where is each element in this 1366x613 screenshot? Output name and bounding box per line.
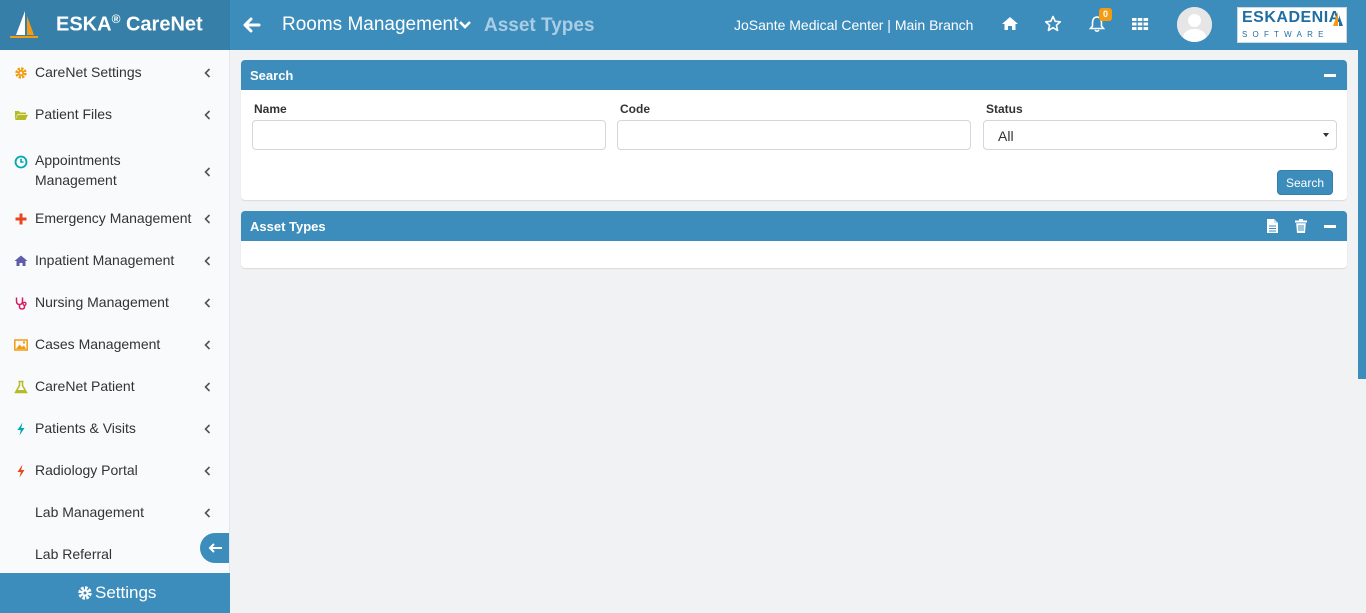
image-icon xyxy=(14,339,28,351)
organization-selector[interactable]: JoSante Medical Center | Main Branch xyxy=(734,17,973,33)
sidebar-item-appointments-management[interactable]: Appointments Management xyxy=(0,145,229,197)
chevron-left-icon xyxy=(204,424,211,434)
sidebar-item-label: CareNet Settings xyxy=(35,64,142,80)
sidebar-item-inpatient-management[interactable]: Inpatient Management xyxy=(0,239,229,281)
sidebar-collapse-button[interactable] xyxy=(200,533,229,563)
page-scrollbar[interactable] xyxy=(1358,50,1366,379)
home-icon[interactable] xyxy=(1001,15,1019,33)
sidebar-item-patients-visits[interactable]: Patients & Visits xyxy=(0,407,229,449)
chevron-left-icon xyxy=(204,466,211,476)
brand-product: CareNet xyxy=(120,13,203,36)
name-input[interactable] xyxy=(252,120,606,150)
chevron-left-icon xyxy=(204,340,211,350)
status-label: Status xyxy=(986,102,1023,116)
sidebar-item-label: Emergency Management xyxy=(35,210,192,226)
user-avatar[interactable] xyxy=(1177,7,1212,42)
back-arrow-icon[interactable] xyxy=(243,15,261,35)
folder-open-icon xyxy=(15,111,28,120)
top-navbar: ESKA® CareNet Rooms Management Asset Typ… xyxy=(0,0,1366,50)
sidebar-item-radiology-portal[interactable]: Radiology Portal xyxy=(0,449,229,491)
sidebar-item-emergency-management[interactable]: Emergency Management xyxy=(0,197,229,239)
sidebar-item-cases-management[interactable]: Cases Management xyxy=(0,323,229,365)
status-selected-value: All xyxy=(998,128,1014,144)
asset-types-panel-title: Asset Types xyxy=(250,219,326,234)
new-document-icon[interactable] xyxy=(1264,218,1280,234)
sidebar-item-label: Inpatient Management xyxy=(35,252,175,268)
minus-icon[interactable] xyxy=(1322,67,1338,83)
gear-icon xyxy=(78,586,92,600)
grid-icon[interactable] xyxy=(1131,15,1149,33)
sidebar-item-label: Patients & Visits xyxy=(35,420,136,436)
sidebar-item-carenet-patient[interactable]: CareNet Patient xyxy=(0,365,229,407)
status-select[interactable]: All xyxy=(983,120,1337,150)
code-input[interactable] xyxy=(617,120,971,150)
sidebar-item-carenet-settings[interactable]: CareNet Settings xyxy=(0,51,229,93)
bolt-icon xyxy=(17,464,25,478)
name-label: Name xyxy=(254,102,287,116)
flask-icon xyxy=(14,380,28,394)
asset-types-panel-header: Asset Types xyxy=(241,211,1347,241)
page-title: Asset Types xyxy=(484,15,595,36)
chevron-left-icon xyxy=(204,382,211,392)
clock-icon xyxy=(14,155,28,169)
company-logo-tagline: SOFTWARE xyxy=(1242,30,1329,39)
plus-icon xyxy=(15,213,27,225)
code-label: Code xyxy=(620,102,650,116)
gear-icon xyxy=(15,67,27,79)
module-switcher[interactable]: Rooms Management xyxy=(282,14,458,36)
settings-footer-button[interactable]: Settings xyxy=(0,573,230,613)
sidebar-item-nursing-management[interactable]: Nursing Management xyxy=(0,281,229,323)
sidebar-item-lab-management[interactable]: Lab Management xyxy=(0,491,229,533)
sidebar-item-label: Cases Management xyxy=(35,336,161,352)
caret-down-icon xyxy=(1323,133,1329,137)
user-silhouette-icon xyxy=(1177,7,1212,42)
sidebar-item-label: Appointments Management xyxy=(35,152,121,188)
search-panel-header: Search xyxy=(241,60,1347,90)
sidebar-item-label: Radiology Portal xyxy=(35,462,138,478)
brand-name: ESKA xyxy=(56,13,112,36)
asset-types-panel: Asset Types xyxy=(241,211,1347,268)
search-button[interactable]: Search xyxy=(1277,170,1333,195)
settings-footer-label: Settings xyxy=(95,583,157,602)
sidebar-item-patient-files[interactable]: Patient Files xyxy=(0,93,229,135)
sidebar-item-label: CareNet Patient xyxy=(35,378,135,394)
chevron-left-icon xyxy=(204,110,211,120)
sail-mark-icon xyxy=(1333,12,1343,26)
chevron-left-icon xyxy=(204,68,211,78)
brand-area[interactable]: ESKA® CareNet xyxy=(0,0,230,50)
sidebar-item-label: Lab Referral xyxy=(35,546,113,562)
chevron-left-icon xyxy=(204,214,211,224)
bolt-icon xyxy=(17,422,25,436)
home-icon xyxy=(14,255,28,266)
sidebar-item-label: Nursing Management xyxy=(35,294,169,310)
stethoscope-icon xyxy=(15,297,27,310)
trash-icon[interactable] xyxy=(1293,218,1309,234)
sidebar-item-label: Patient Files xyxy=(35,106,113,122)
star-icon[interactable] xyxy=(1044,15,1062,33)
search-panel-title: Search xyxy=(250,68,294,83)
search-panel: Search Name Code Status All Search xyxy=(241,60,1347,200)
chevron-left-icon xyxy=(204,167,211,177)
chevron-left-icon xyxy=(204,256,211,266)
notification-count-badge: 0 xyxy=(1099,8,1112,21)
company-logo: ESKADENIA SOFTWARE xyxy=(1237,7,1347,43)
chevron-left-icon xyxy=(204,508,211,518)
brand-title: ESKA® CareNet xyxy=(56,12,203,37)
sidebar: CareNet Settings Patient Files Appointme… xyxy=(0,50,230,613)
company-logo-name: ESKADENIA xyxy=(1242,9,1341,26)
arrow-left-icon xyxy=(208,543,222,553)
sidebar-item-lab-referral[interactable]: Lab Referral xyxy=(0,533,229,575)
sailboat-logo-icon xyxy=(10,11,38,38)
chevron-down-icon[interactable] xyxy=(458,18,472,32)
minus-icon[interactable] xyxy=(1322,218,1338,234)
sidebar-item-label: Lab Management xyxy=(35,504,144,520)
chevron-left-icon xyxy=(204,298,211,308)
